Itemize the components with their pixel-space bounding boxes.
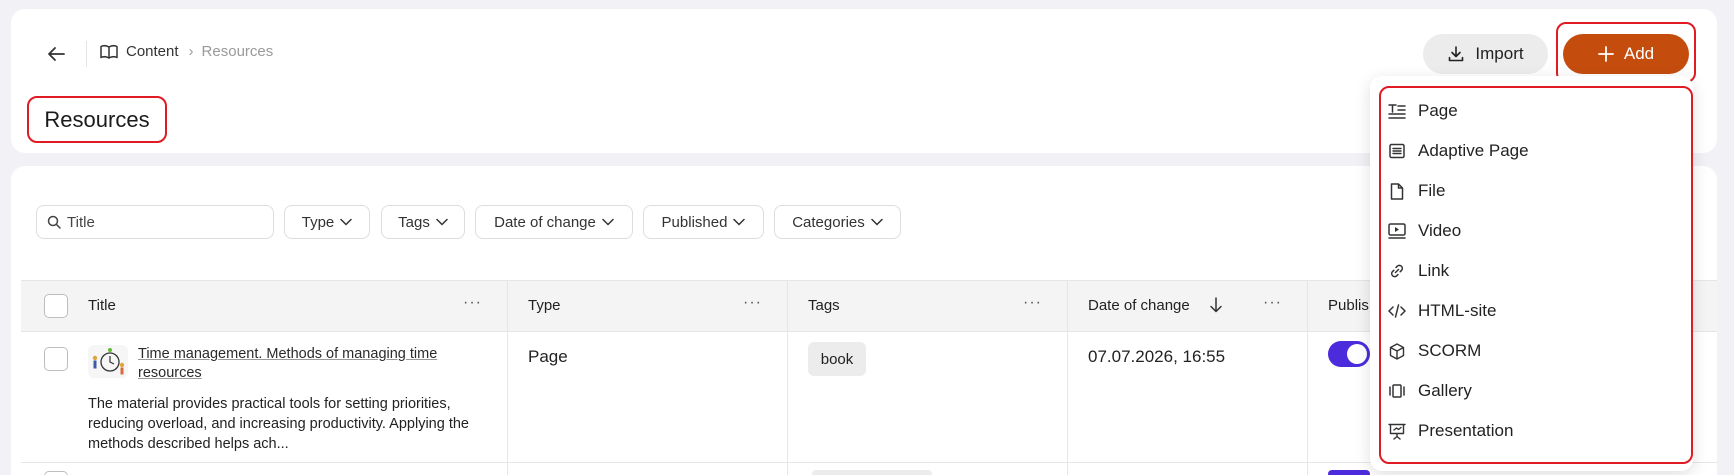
column-header-tags[interactable]: Tags [808,297,840,314]
page-title: Resources [27,96,167,143]
presentation-icon [1388,422,1406,440]
search-icon [47,215,61,229]
menu-item-label: HTML-site [1418,301,1497,320]
chevron-down-icon [436,218,448,226]
column-menu-button[interactable]: ··· [463,294,482,312]
menu-item-label: SCORM [1418,341,1482,360]
resource-thumbnail [88,345,128,378]
breadcrumb: Content › Resources [100,43,273,60]
menu-item-label: Video [1418,221,1462,240]
back-button[interactable] [40,40,72,68]
menu-item-video[interactable]: Video [1388,215,1684,247]
tag-badge[interactable]: book [808,342,866,376]
sort-desc-icon[interactable] [1209,297,1223,313]
resource-description: The material provides practical tools fo… [88,396,469,452]
code-icon [1388,302,1406,320]
column-header-type[interactable]: Type [528,297,561,314]
menu-item-file[interactable]: File [1388,175,1684,207]
adaptive-page-icon [1388,142,1406,160]
chevron-down-icon [602,218,614,226]
menu-item-adaptive-page[interactable]: Adaptive Page [1388,135,1684,167]
column-divider [1307,280,1308,475]
menu-item-label: Page [1418,101,1458,120]
breadcrumb-label: Content [126,43,179,60]
menu-item-link[interactable]: Link [1388,255,1684,287]
menu-item-page[interactable]: Page [1388,95,1684,127]
select-all-checkbox[interactable] [44,294,68,318]
column-divider [507,280,508,475]
book-icon [100,44,118,60]
import-label: Import [1475,44,1524,63]
chevron-down-icon [871,218,883,226]
add-label: Add [1623,44,1655,63]
search-field[interactable] [36,205,274,239]
menu-item-label: File [1418,181,1446,200]
filter-label: Date of change [494,213,596,231]
row-checkbox[interactable] [44,471,68,475]
column-header-date[interactable]: Date of change [1088,297,1190,314]
filter-label: Published [661,213,728,231]
published-toggle-partial[interactable] [1328,470,1370,475]
download-icon [1447,45,1465,63]
import-button[interactable]: Import [1423,34,1548,74]
menu-item-presentation[interactable]: Presentation [1388,415,1684,447]
link-icon [1388,262,1406,280]
cube-icon [1388,342,1406,360]
row-checkbox[interactable] [44,347,68,371]
chevron-down-icon [340,218,353,226]
filter-published[interactable]: Published [643,205,764,239]
filter-date-of-change[interactable]: Date of change [475,205,633,239]
column-divider [787,280,788,475]
page-text-icon [1388,102,1406,120]
chevron-down-icon [733,218,746,226]
filter-type[interactable]: Type [284,205,370,239]
menu-item-gallery[interactable]: Gallery [1388,375,1684,407]
column-menu-button[interactable]: ··· [1263,294,1282,312]
divider [86,41,87,67]
column-header-title[interactable]: Title [88,297,116,314]
chevron-right-icon: › [188,43,194,60]
column-menu-button[interactable]: ··· [743,294,762,312]
column-divider [1067,280,1068,475]
breadcrumb-current: Resources [201,43,274,60]
menu-item-html-site[interactable]: HTML-site [1388,295,1684,327]
tag-badge-partial [812,470,932,475]
menu-item-label: Link [1418,261,1450,280]
gallery-icon [1388,382,1406,400]
filter-label: Type [301,213,335,231]
search-input[interactable] [67,213,257,231]
column-menu-button[interactable]: ··· [1023,294,1042,312]
video-icon [1388,222,1406,240]
filter-categories[interactable]: Categories [774,205,901,239]
add-button[interactable]: Add [1563,34,1689,74]
file-icon [1388,182,1406,200]
menu-item-label: Adaptive Page [1418,141,1529,160]
arrow-left-icon [47,46,65,62]
column-header-published[interactable]: Publis [1328,297,1369,314]
breadcrumb-item-content[interactable]: Content [100,43,179,60]
menu-item-label: Presentation [1418,421,1514,440]
menu-item-label: Gallery [1418,381,1472,400]
resource-date: 07.07.2026, 16:55 [1088,347,1226,366]
menu-item-scorm[interactable]: SCORM [1388,335,1684,367]
published-toggle[interactable] [1328,341,1370,367]
plus-icon [1597,46,1614,62]
filter-label: Tags [398,213,430,231]
filter-tags[interactable]: Tags [381,205,465,239]
resource-title-link[interactable]: Time management. Methods of managing tim… [138,345,478,383]
filter-label: Categories [792,213,865,231]
resource-type: Page [528,347,568,366]
